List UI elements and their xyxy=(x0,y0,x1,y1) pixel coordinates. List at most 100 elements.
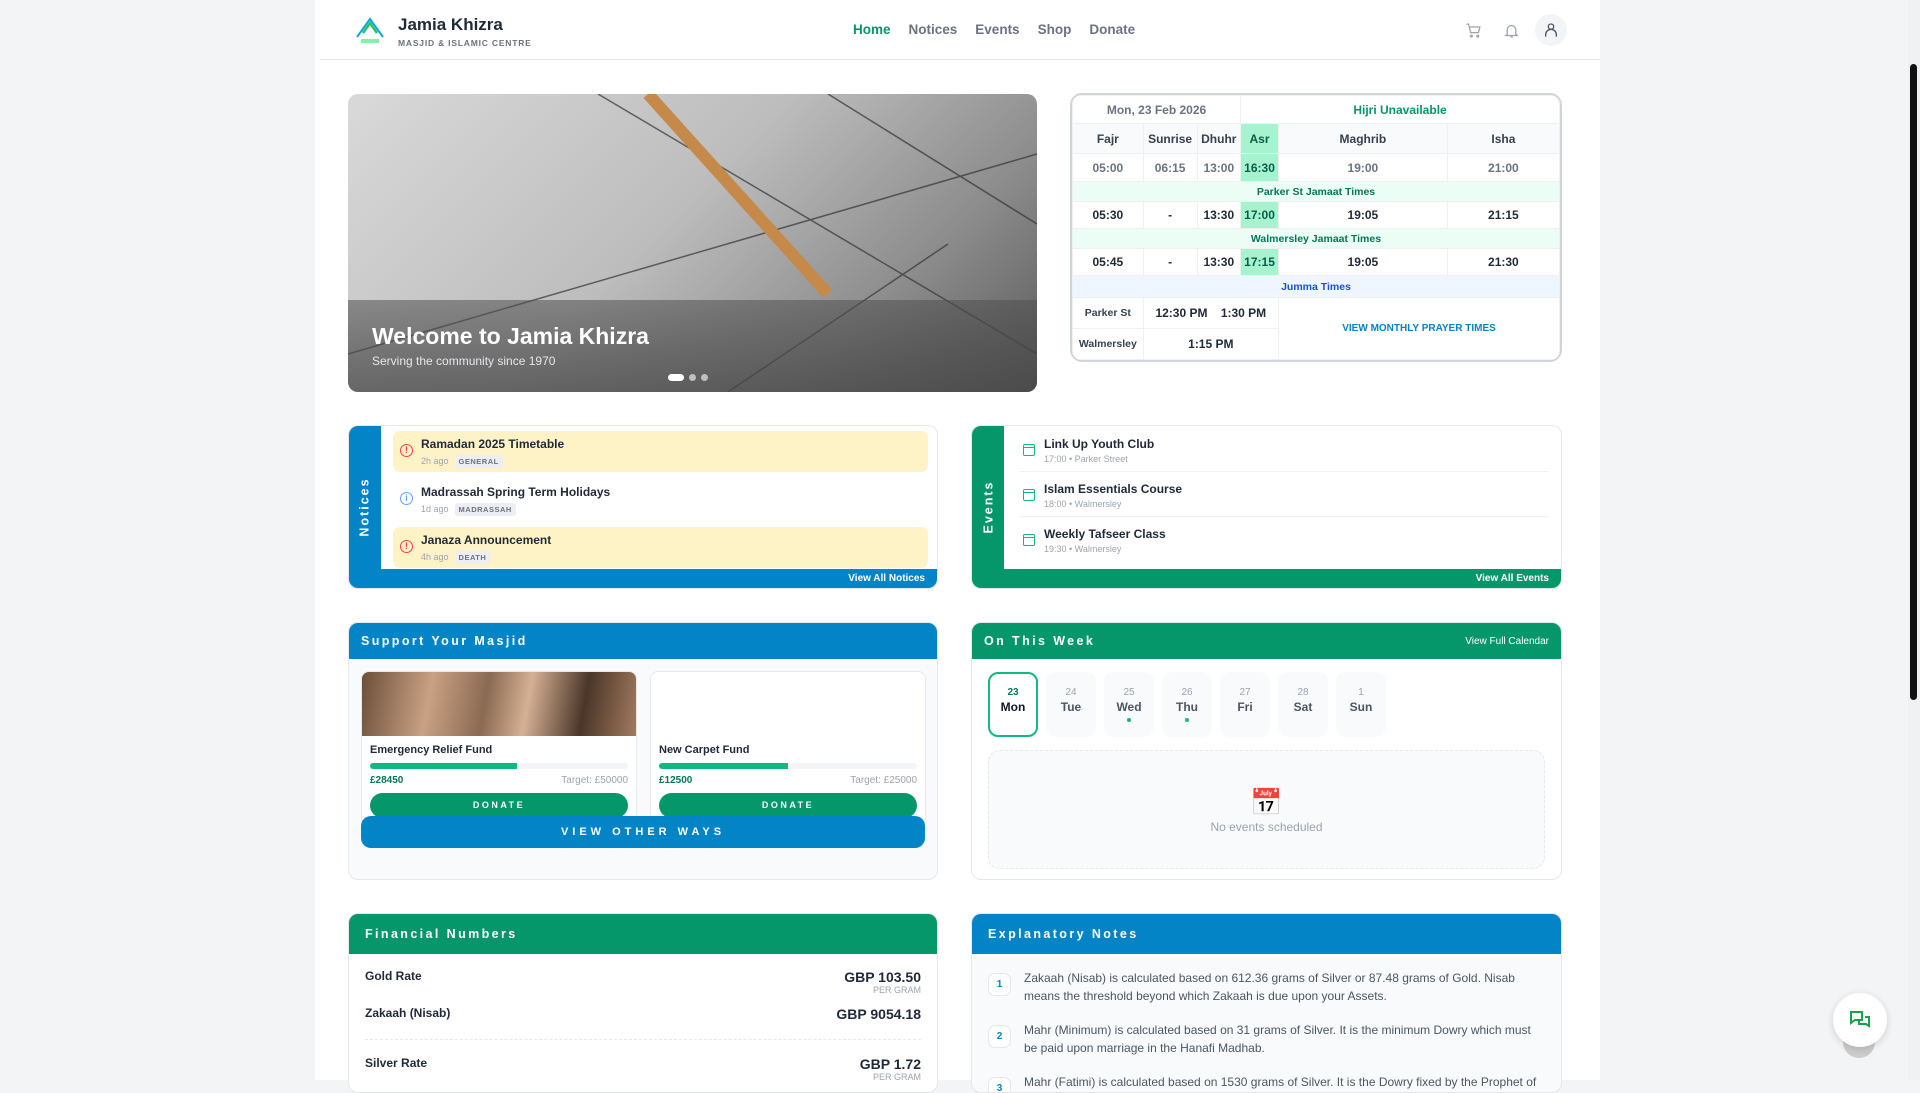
day-number: 28 xyxy=(1297,687,1309,698)
site-subtitle: MASJID & ISLAMIC CENTRE xyxy=(398,38,532,48)
note-text: Mahr (Minimum) is calculated based on 31… xyxy=(1024,1023,1531,1055)
prayer-name: Isha xyxy=(1446,123,1560,154)
nav-events[interactable]: Events xyxy=(975,22,1019,37)
start-time: 16:30 xyxy=(1240,153,1280,182)
prayer-name: Asr xyxy=(1240,123,1280,154)
jamaat-time: 17:15 xyxy=(1240,248,1280,276)
chat-button[interactable] xyxy=(1833,993,1887,1047)
day-wed[interactable]: 25 Wed xyxy=(1104,672,1154,737)
row-value: GBP 103.50 xyxy=(844,969,921,985)
nav-home[interactable]: Home xyxy=(853,22,891,37)
jamaat-time: 19:05 xyxy=(1278,201,1448,229)
day-name: Thu xyxy=(1176,700,1198,714)
user-avatar-button[interactable] xyxy=(1535,14,1567,46)
note-text: Zakaah (Nisab) is calculated based on 61… xyxy=(1024,971,1515,1003)
jumma-time: 1:30 PM xyxy=(1220,306,1267,320)
day-mon[interactable]: 23 Mon xyxy=(988,672,1038,737)
hero-carousel[interactable]: Welcome to Jamia Khizra Serving the comm… xyxy=(348,94,1037,392)
day-number: 26 xyxy=(1181,687,1193,698)
view-all-notices-link[interactable]: View All Notices xyxy=(349,569,937,588)
main-nav: Home Notices Events Shop Donate xyxy=(853,22,1135,37)
day-fri[interactable]: 27 Fri xyxy=(1220,672,1270,737)
fund-image xyxy=(362,672,636,736)
row-value: GBP 1.72 xyxy=(859,1056,921,1072)
donate-button[interactable]: DONATE xyxy=(370,793,628,818)
alert-icon: ! xyxy=(400,540,413,553)
explanatory-notes-card: Explanatory Notes 1 Zakaah (Nisab) is cal… xyxy=(971,913,1562,1093)
view-all-events-link[interactable]: View All Events xyxy=(972,569,1561,588)
day-sun[interactable]: 1 Sun xyxy=(1336,672,1386,737)
day-name: Sat xyxy=(1293,700,1313,714)
view-monthly-prayer-times-link[interactable]: VIEW MONTHLY PRAYER TIMES xyxy=(1278,297,1560,360)
notice-item[interactable]: ! Ramadan 2025 Timetable 2h ago GENERAL xyxy=(393,431,928,472)
scrollbar-thumb[interactable] xyxy=(1910,64,1917,700)
fund-card: New Carpet Fund £12500 Target: £25000 DO… xyxy=(650,671,926,826)
jamaat-time: 21:15 xyxy=(1446,201,1560,229)
events-label: Events xyxy=(981,480,995,534)
alert-icon: ! xyxy=(400,444,413,457)
notices-tab: Notices xyxy=(349,426,381,588)
notice-time: 2h ago xyxy=(421,456,449,466)
calendar-icon: 📅 xyxy=(1250,787,1283,817)
event-item[interactable]: Islam Essentials Course 18:00 • Walmersle… xyxy=(1020,473,1548,517)
slide-dot[interactable] xyxy=(701,374,708,381)
events-card: Events View All Events Link Up Youth Clu… xyxy=(971,425,1562,589)
row-label: Gold Rate xyxy=(365,969,422,983)
hijri-date: Hijri Unavailable xyxy=(1240,95,1560,124)
nav-notices[interactable]: Notices xyxy=(909,22,958,37)
fund-target: Target: £50000 xyxy=(561,775,628,786)
calendar-icon xyxy=(1023,444,1035,456)
user-icon xyxy=(1545,23,1557,37)
notice-tag: GENERAL xyxy=(454,455,503,468)
masjid-logo-icon[interactable] xyxy=(353,15,387,45)
day-thu[interactable]: 26 Thu xyxy=(1162,672,1212,737)
cart-icon[interactable] xyxy=(1461,18,1485,42)
fund-progress-bar xyxy=(370,763,628,769)
financial-title: Financial Numbers xyxy=(349,914,937,954)
notice-item[interactable]: ! Janaza Announcement 4h ago DEATH xyxy=(393,527,928,568)
event-title: Weekly Tafseer Class xyxy=(1044,527,1166,541)
start-time: 13:00 xyxy=(1196,153,1242,182)
slide-dot[interactable] xyxy=(689,374,696,381)
notice-tag: MADRASSAH xyxy=(454,503,516,516)
calendar-icon xyxy=(1023,489,1035,501)
brand[interactable]: Jamia Khizra MASJID & ISLAMIC CENTRE xyxy=(398,15,532,48)
view-other-ways-button[interactable]: VIEW OTHER WAYS xyxy=(361,816,925,848)
day-number: 23 xyxy=(1007,687,1019,698)
page-scrollbar[interactable] xyxy=(1908,0,1920,1080)
day-number: 27 xyxy=(1239,687,1251,698)
donate-button[interactable]: DONATE xyxy=(659,793,917,818)
prayer-name: Maghrib xyxy=(1278,123,1448,154)
jamaat-time: 17:00 xyxy=(1240,201,1280,229)
jumma-time: 1:15 PM xyxy=(1142,328,1280,360)
row-unit: PER GRAM xyxy=(872,985,921,995)
day-name: Mon xyxy=(1000,700,1026,714)
nav-donate[interactable]: Donate xyxy=(1089,22,1135,37)
event-item[interactable]: Weekly Tafseer Class 19:30 • Walmersley xyxy=(1020,518,1548,562)
nav-shop[interactable]: Shop xyxy=(1038,22,1072,37)
events-tab: Events xyxy=(972,426,1004,588)
notice-time: 1d ago xyxy=(421,504,449,514)
jamaat-time: - xyxy=(1142,248,1198,276)
site-title: Jamia Khizra xyxy=(398,15,503,34)
slide-dot[interactable] xyxy=(668,374,684,381)
day-tue[interactable]: 24 Tue xyxy=(1046,672,1096,737)
week-day-strip: 23 Mon 24 Tue 25 Wed 26 Thu 27 Fri 28 Sat 1 Sun xyxy=(988,672,1386,737)
day-name: Tue xyxy=(1060,700,1082,714)
notices-label: Notices xyxy=(358,477,372,537)
on-this-week-card: On This Week View Full Calendar 23 Mon 24 T… xyxy=(971,622,1562,880)
parker-jamaat-label: Parker St Jamaat Times xyxy=(1072,181,1560,202)
start-time: 19:00 xyxy=(1278,153,1448,182)
view-full-calendar-link[interactable]: View Full Calendar xyxy=(1465,636,1549,647)
event-item[interactable]: Link Up Youth Club 17:00 • Parker Street xyxy=(1020,428,1548,472)
start-time: 05:00 xyxy=(1072,153,1144,182)
bell-icon[interactable] xyxy=(1499,18,1523,42)
day-sat[interactable]: 28 Sat xyxy=(1278,672,1328,737)
day-number: 1 xyxy=(1358,687,1364,698)
jamaat-time: 05:45 xyxy=(1072,248,1144,276)
empty-message: No events scheduled xyxy=(1210,820,1323,834)
notice-item[interactable]: i Madrassah Spring Term Holidays 1d ago MAD… xyxy=(393,479,928,520)
day-name: Fri xyxy=(1237,700,1253,714)
nisab-row: Zakaah (Nisab) GBP 9054.18 xyxy=(365,1006,921,1022)
note-number: 1 xyxy=(988,973,1011,996)
